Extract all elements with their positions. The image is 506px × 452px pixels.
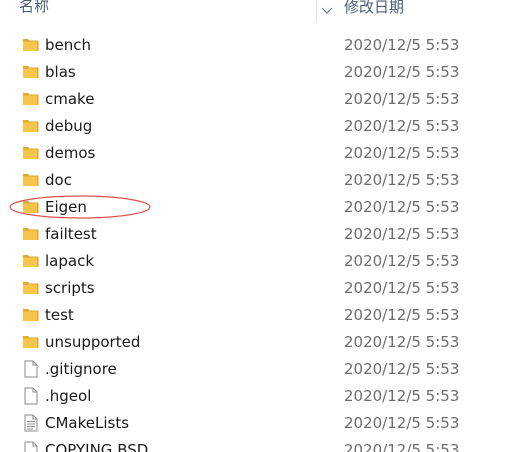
date-column-label: 修改日期 (344, 0, 405, 16)
file-row[interactable]: CMakeLists 2020/12/5 5:53 (0, 410, 506, 437)
folder-row[interactable]: scripts 2020/12/5 5:53 (0, 275, 506, 302)
folder-icon (22, 306, 40, 324)
name-column-header[interactable]: 名称 (0, 0, 316, 22)
file-icon (22, 360, 40, 378)
file-row[interactable]: .hgeol 2020/12/5 5:53 (0, 383, 506, 410)
folder-icon (22, 117, 40, 135)
file-row[interactable]: COPYING.BSD 2020/12/5 5:53 (0, 437, 506, 452)
folder-icon (22, 252, 40, 270)
file-name[interactable]: bench (45, 34, 91, 56)
file-name[interactable]: debug (45, 115, 92, 137)
folder-row[interactable]: doc 2020/12/5 5:53 (0, 167, 506, 194)
modified-date: 2020/12/5 5:53 (344, 198, 460, 216)
file-list: bench 2020/12/5 5:53 blas 2020/12/5 5:53 cma… (0, 32, 506, 452)
modified-date: 2020/12/5 5:53 (344, 414, 460, 432)
modified-date: 2020/12/5 5:53 (344, 144, 460, 162)
folder-icon (22, 63, 40, 81)
file-name[interactable]: Eigen (45, 196, 87, 218)
folder-row[interactable]: unsupported 2020/12/5 5:53 (0, 329, 506, 356)
file-icon (22, 387, 40, 405)
chevron-down-icon[interactable] (318, 2, 336, 16)
file-name[interactable]: COPYING.BSD (45, 439, 148, 452)
folder-icon (22, 90, 40, 108)
modified-date: 2020/12/5 5:53 (344, 171, 460, 189)
modified-date: 2020/12/5 5:53 (344, 441, 460, 452)
folder-row[interactable]: blas 2020/12/5 5:53 (0, 59, 506, 86)
folder-row[interactable]: Eigen 2020/12/5 5:53 (0, 194, 506, 221)
modified-date: 2020/12/5 5:53 (344, 252, 460, 270)
folder-row[interactable]: test 2020/12/5 5:53 (0, 302, 506, 329)
file-name[interactable]: scripts (45, 277, 95, 299)
file-name[interactable]: test (45, 304, 74, 326)
folder-icon (22, 225, 40, 243)
folder-row[interactable]: lapack 2020/12/5 5:53 (0, 248, 506, 275)
file-explorer: 名称 修改日期 bench 2020/12/5 5:53 blas 2020/12/5… (0, 0, 506, 452)
column-header: 名称 修改日期 (0, 0, 506, 22)
file-name[interactable]: doc (45, 169, 72, 191)
file-name[interactable]: CMakeLists (45, 412, 129, 434)
file-name[interactable]: .hgeol (45, 385, 91, 407)
modified-date: 2020/12/5 5:53 (344, 90, 460, 108)
modified-date: 2020/12/5 5:53 (344, 117, 460, 135)
name-column-label: 名称 (19, 0, 50, 15)
modified-date: 2020/12/5 5:53 (344, 225, 460, 243)
folder-icon (22, 333, 40, 351)
file-row[interactable]: .gitignore 2020/12/5 5:53 (0, 356, 506, 383)
modified-date: 2020/12/5 5:53 (344, 387, 460, 405)
modified-date: 2020/12/5 5:53 (344, 279, 460, 297)
file-name[interactable]: blas (45, 61, 76, 83)
column-divider[interactable] (316, 0, 317, 22)
modified-date: 2020/12/5 5:53 (344, 333, 460, 351)
modified-date: 2020/12/5 5:53 (344, 360, 460, 378)
text-file-icon (22, 414, 40, 432)
folder-icon (22, 198, 40, 216)
file-name[interactable]: failtest (45, 223, 97, 245)
modified-date: 2020/12/5 5:53 (344, 36, 460, 54)
folder-icon (22, 144, 40, 162)
file-name[interactable]: lapack (45, 250, 94, 272)
folder-row[interactable]: cmake 2020/12/5 5:53 (0, 86, 506, 113)
folder-icon (22, 279, 40, 297)
modified-date: 2020/12/5 5:53 (344, 63, 460, 81)
file-name[interactable]: unsupported (45, 331, 140, 353)
folder-row[interactable]: debug 2020/12/5 5:53 (0, 113, 506, 140)
modified-date: 2020/12/5 5:53 (344, 306, 460, 324)
folder-row[interactable]: bench 2020/12/5 5:53 (0, 32, 506, 59)
folder-row[interactable]: demos 2020/12/5 5:53 (0, 140, 506, 167)
file-icon (22, 441, 40, 452)
file-name[interactable]: cmake (45, 88, 94, 110)
folder-row[interactable]: failtest 2020/12/5 5:53 (0, 221, 506, 248)
file-name[interactable]: demos (45, 142, 95, 164)
date-column-header[interactable]: 修改日期 (337, 0, 506, 22)
folder-icon (22, 36, 40, 54)
file-name[interactable]: .gitignore (45, 358, 117, 380)
folder-icon (22, 171, 40, 189)
